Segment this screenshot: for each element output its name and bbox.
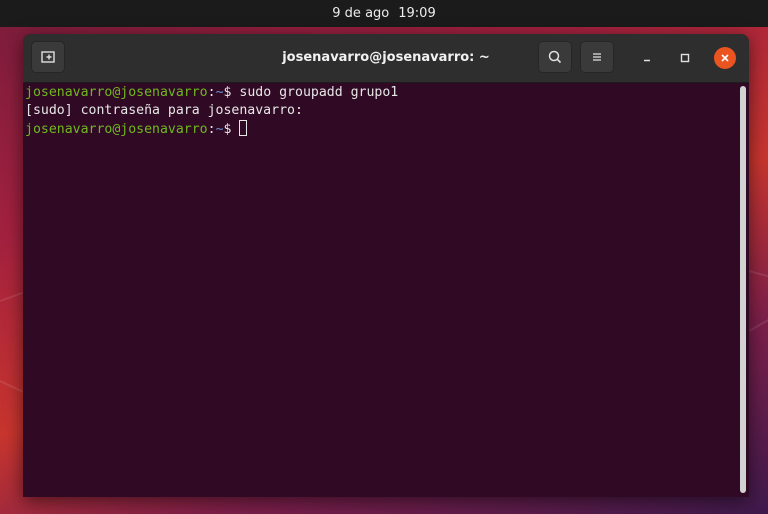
- command-text: sudo groupadd grupo1: [239, 85, 399, 100]
- clock-time: 19:09: [398, 6, 436, 21]
- prompt-user-host: josenavarro@josenavarro: [25, 85, 208, 100]
- scrollbar[interactable]: [740, 86, 746, 493]
- menu-button[interactable]: [580, 41, 614, 73]
- top-bar: 9 de ago 19:09: [0, 0, 768, 27]
- new-tab-icon: [41, 51, 55, 63]
- new-tab-button[interactable]: [31, 41, 65, 73]
- output-text: [sudo] contraseña para josenavarro:: [25, 103, 303, 118]
- search-icon: [548, 50, 562, 64]
- terminal-line: josenavarro@josenavarro:~$ sudo groupadd…: [25, 84, 739, 102]
- prompt-symbol: $: [223, 122, 240, 137]
- terminal-output[interactable]: josenavarro@josenavarro:~$ sudo groupadd…: [23, 83, 739, 497]
- hamburger-menu-icon: [593, 53, 601, 61]
- close-icon: [721, 54, 729, 62]
- maximize-button[interactable]: [674, 47, 696, 69]
- close-button[interactable]: [714, 47, 736, 69]
- minimize-button[interactable]: [636, 47, 658, 69]
- minimize-icon: [644, 59, 650, 62]
- prompt-separator: :: [207, 122, 216, 137]
- text-cursor: [239, 120, 248, 136]
- search-button[interactable]: [538, 41, 572, 73]
- terminal-line: josenavarro@josenavarro:~$: [25, 120, 739, 138]
- prompt-path: ~: [215, 85, 224, 100]
- terminal-window: josenavarro@josenavarro: ~ josenavarro@j…: [23, 34, 749, 497]
- maximize-icon: [680, 53, 690, 63]
- prompt-user-host: josenavarro@josenavarro: [25, 122, 208, 137]
- header-bar[interactable]: josenavarro@josenavarro: ~: [23, 34, 749, 83]
- wallpaper-line: [748, 270, 768, 279]
- prompt-separator: :: [207, 85, 216, 100]
- prompt-symbol: $: [223, 85, 240, 100]
- terminal-line: [sudo] contraseña para josenavarro:: [25, 102, 739, 120]
- clock-date: 9 de ago: [332, 6, 390, 21]
- prompt-path: ~: [215, 122, 224, 137]
- clock[interactable]: 9 de ago 19:09: [332, 6, 435, 21]
- wallpaper-line: [749, 317, 768, 332]
